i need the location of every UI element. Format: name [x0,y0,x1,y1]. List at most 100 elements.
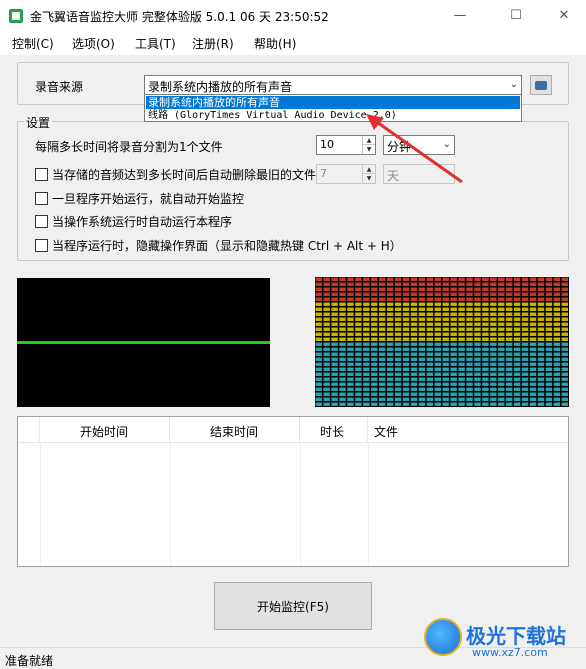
meter-segment [394,277,402,281]
meter-segment [482,307,489,311]
column-duration[interactable]: 时长 [300,417,368,442]
status-text: 准备就绪 [5,654,54,668]
meter-segment [521,322,529,326]
meter-segment [363,297,370,301]
meter-segment [386,362,394,366]
column-end-time[interactable]: 结束时间 [170,417,300,442]
run-on-boot-checkbox[interactable] [35,215,48,228]
source-option-system-audio[interactable]: 录制系统内播放的所有声音 [146,96,520,109]
meter-segment [529,362,537,366]
meter-segment [418,402,426,406]
meter-segment [553,342,561,346]
meter-segment [545,387,553,391]
close-button[interactable]: ✕ [554,5,574,25]
meter-segment [418,387,426,391]
meter-segment [323,292,330,296]
meter-segment [323,352,330,356]
auto-delete-label: 当存储的音频达到多长时间后自动删除最旧的文件 [52,168,317,182]
menu-control[interactable]: 控制(C) [12,35,54,52]
meter-segment [355,357,362,361]
meter-segment [418,372,426,376]
source-select[interactable]: 录制系统内播放的所有声音 ⌄ [144,75,522,95]
meter-segment [363,342,370,346]
meter-segment [482,277,489,281]
meter-segment [394,372,402,376]
meter-segment [537,347,545,351]
meter-segment [513,362,521,366]
meter-segment [490,307,497,311]
meter-segment [331,367,338,371]
meter-segment [474,297,481,301]
meter-segment [537,317,545,321]
menu-tools[interactable]: 工具(T) [135,35,176,52]
split-label: 每隔多长时间将录音分割为1个文件 [35,140,223,154]
meter-segment [323,382,330,386]
meter-segment [521,362,529,366]
meter-segment [521,367,529,371]
minimize-button[interactable]: — [450,5,470,25]
meter-segment [402,337,410,341]
meter-segment [561,282,568,286]
hide-ui-checkbox[interactable] [35,239,48,252]
meter-segment [561,312,568,316]
meter-segment [498,317,505,321]
meter-segment [490,377,497,381]
meter-segment [386,297,394,301]
meter-segment [529,292,537,296]
column-start-time[interactable]: 开始时间 [40,417,170,442]
meter-segment [442,352,449,356]
column-file[interactable]: 文件 [368,417,568,442]
start-monitoring-button[interactable]: 开始监控(F5) [214,582,372,630]
device-settings-button[interactable] [530,75,552,95]
meter-segment [474,302,481,306]
meter-segment [434,297,441,301]
meter-segment [323,377,330,381]
meter-segment [394,362,402,366]
meter-segment [506,387,513,391]
meter-segment [561,307,568,311]
meter-segment [355,397,362,401]
meter-segment [339,312,346,316]
menu-help[interactable]: 帮助(H) [254,35,296,52]
meter-segment [513,297,521,301]
meter-segment [339,277,346,281]
meter-segment [410,282,418,286]
meter-segment [529,392,537,396]
meter-segment [545,317,553,321]
menu-options[interactable]: 选项(O) [72,35,115,52]
meter-segment [410,292,418,296]
meter-segment [410,302,418,306]
meter-segment [418,327,426,331]
meter-segment [315,392,322,396]
meter-segment [386,387,394,391]
meter-segment [490,327,497,331]
meter-segment [323,392,330,396]
auto-start-checkbox[interactable] [35,192,48,205]
meter-segment [386,307,394,311]
meter-segment [466,392,473,396]
meter-segment [474,382,481,386]
meter-segment [537,332,545,336]
meter-segment [450,347,457,351]
auto-delete-checkbox[interactable] [35,168,48,181]
menu-register[interactable]: 注册(R) [192,35,234,52]
meter-segment [410,332,418,336]
maximize-button[interactable]: ☐ [506,5,526,25]
meter-segment [521,352,529,356]
meter-segment [482,402,489,406]
meter-segment [426,377,434,381]
meter-segment [323,347,330,351]
meter-segment [458,397,465,401]
meter-segment [355,362,362,366]
meter-segment [386,397,394,401]
meter-segment [331,327,338,331]
meter-segment [386,392,394,396]
meter-segment [323,287,330,291]
meter-segment [466,292,473,296]
meter-segment [442,387,449,391]
meter-segment [386,357,394,361]
recordings-table[interactable]: 开始时间 结束时间 时长 文件 [17,416,569,567]
meter-segment [386,327,394,331]
meter-segment [323,307,330,311]
meter-segment [355,372,362,376]
